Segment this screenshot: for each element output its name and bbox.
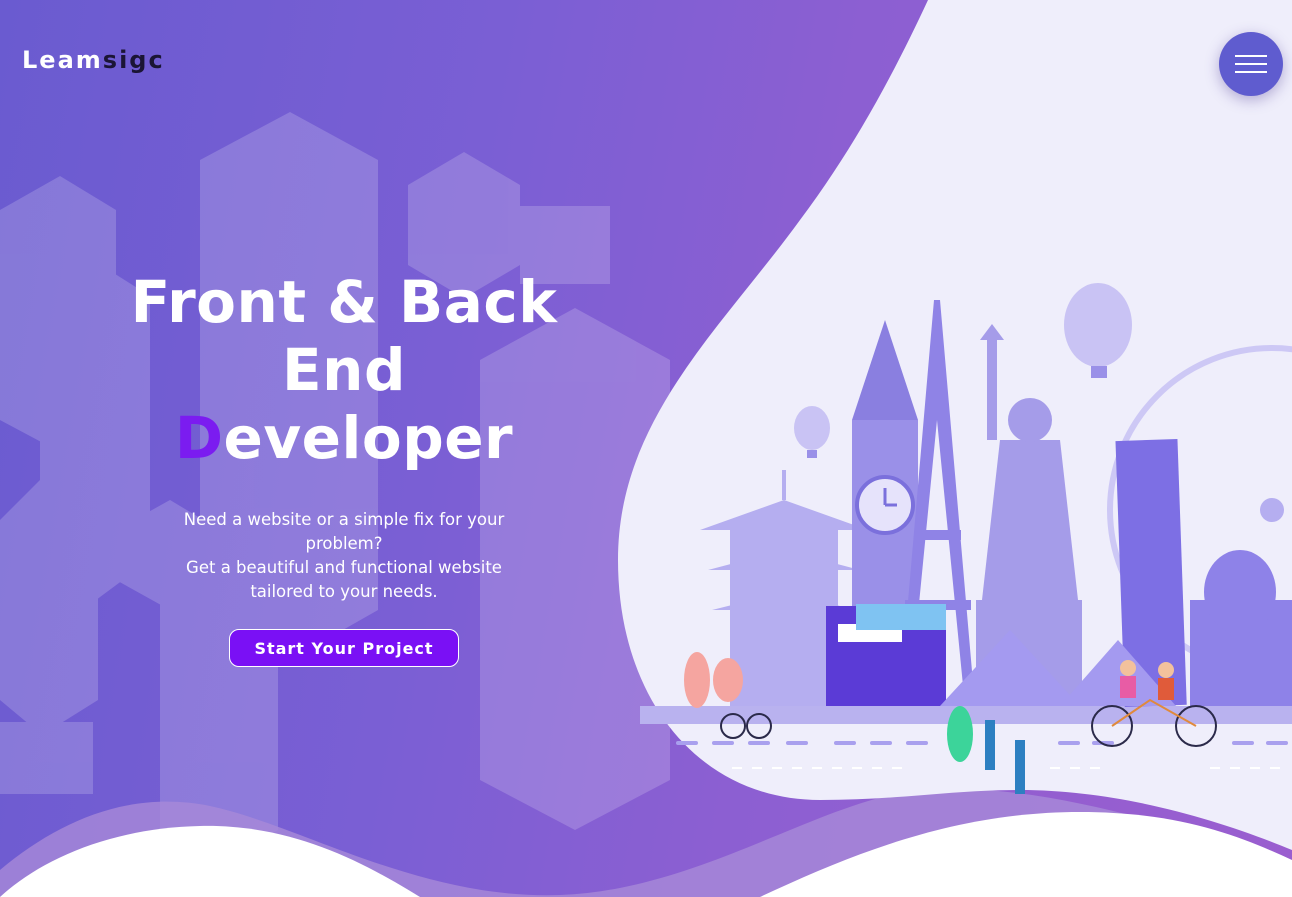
hero-title: Front & Back End Developer: [114, 268, 574, 472]
tree-icon: [684, 652, 710, 708]
hero-description-line3: tailored to your needs.: [250, 582, 438, 601]
start-project-button[interactable]: Start Your Project: [229, 629, 459, 667]
hero-title-accent-letter: D: [174, 404, 224, 472]
brand-logo-part1: Leam: [22, 46, 103, 74]
hero-description-line2: Get a beautiful and functional website: [186, 558, 502, 577]
hero-section: Front & Back End Developer Need a websit…: [114, 268, 574, 667]
menu-button[interactable]: [1219, 32, 1283, 96]
shop-building-icon: [826, 604, 946, 706]
hero-description-line1: Need a website or a simple fix for your …: [183, 510, 505, 553]
hero-title-line1: Front & Back: [130, 268, 558, 336]
brand-logo-part2: sigc: [102, 46, 165, 74]
brand-logo[interactable]: Leamsigc: [22, 46, 165, 74]
hero-description: Need a website or a simple fix for your …: [144, 508, 544, 604]
hero-title-rest: eveloper: [223, 404, 514, 472]
hero-title-line2: End: [282, 336, 406, 404]
